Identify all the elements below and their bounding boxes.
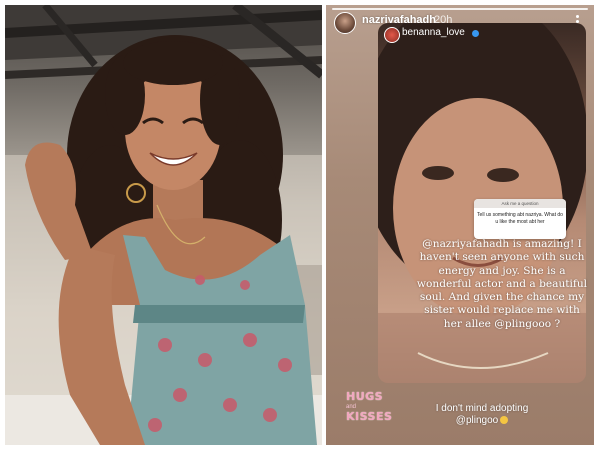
story-progress-bar: [332, 8, 588, 10]
question-sticker-header: Ask me a question: [474, 199, 566, 208]
question-sticker[interactable]: Ask me a question Tell us something abt …: [474, 199, 566, 239]
caption-line-1: I don't mind adopting: [435, 403, 529, 414]
caption-mention[interactable]: @plingoo: [456, 415, 498, 426]
question-sticker-text: Tell us something abt nazriya. What do u…: [477, 212, 563, 225]
avatar[interactable]: [334, 12, 356, 34]
shared-avatar[interactable]: [384, 27, 400, 43]
laughing-emoji-icon: [500, 416, 509, 424]
story-caption: I don't mind adopting @plingoo: [412, 403, 552, 427]
story-answer-text: @nazriyafahadh is amazing! I haven't see…: [416, 238, 588, 330]
hugs-kisses-sticker: HUGS and KISSES: [346, 391, 404, 431]
shared-username[interactable]: benanna_love: [402, 27, 465, 38]
instagram-story[interactable]: nazriyafahadh 20h benanna_love Ask me a …: [326, 5, 594, 445]
left-photo: [5, 5, 322, 445]
sticker-line-3: KISSES: [346, 410, 393, 423]
portrait-illustration: [5, 5, 322, 445]
caption-line-2: @plingoo: [412, 415, 552, 427]
verified-badge-icon: [472, 30, 479, 37]
sticker-line-1: HUGS: [346, 390, 384, 403]
